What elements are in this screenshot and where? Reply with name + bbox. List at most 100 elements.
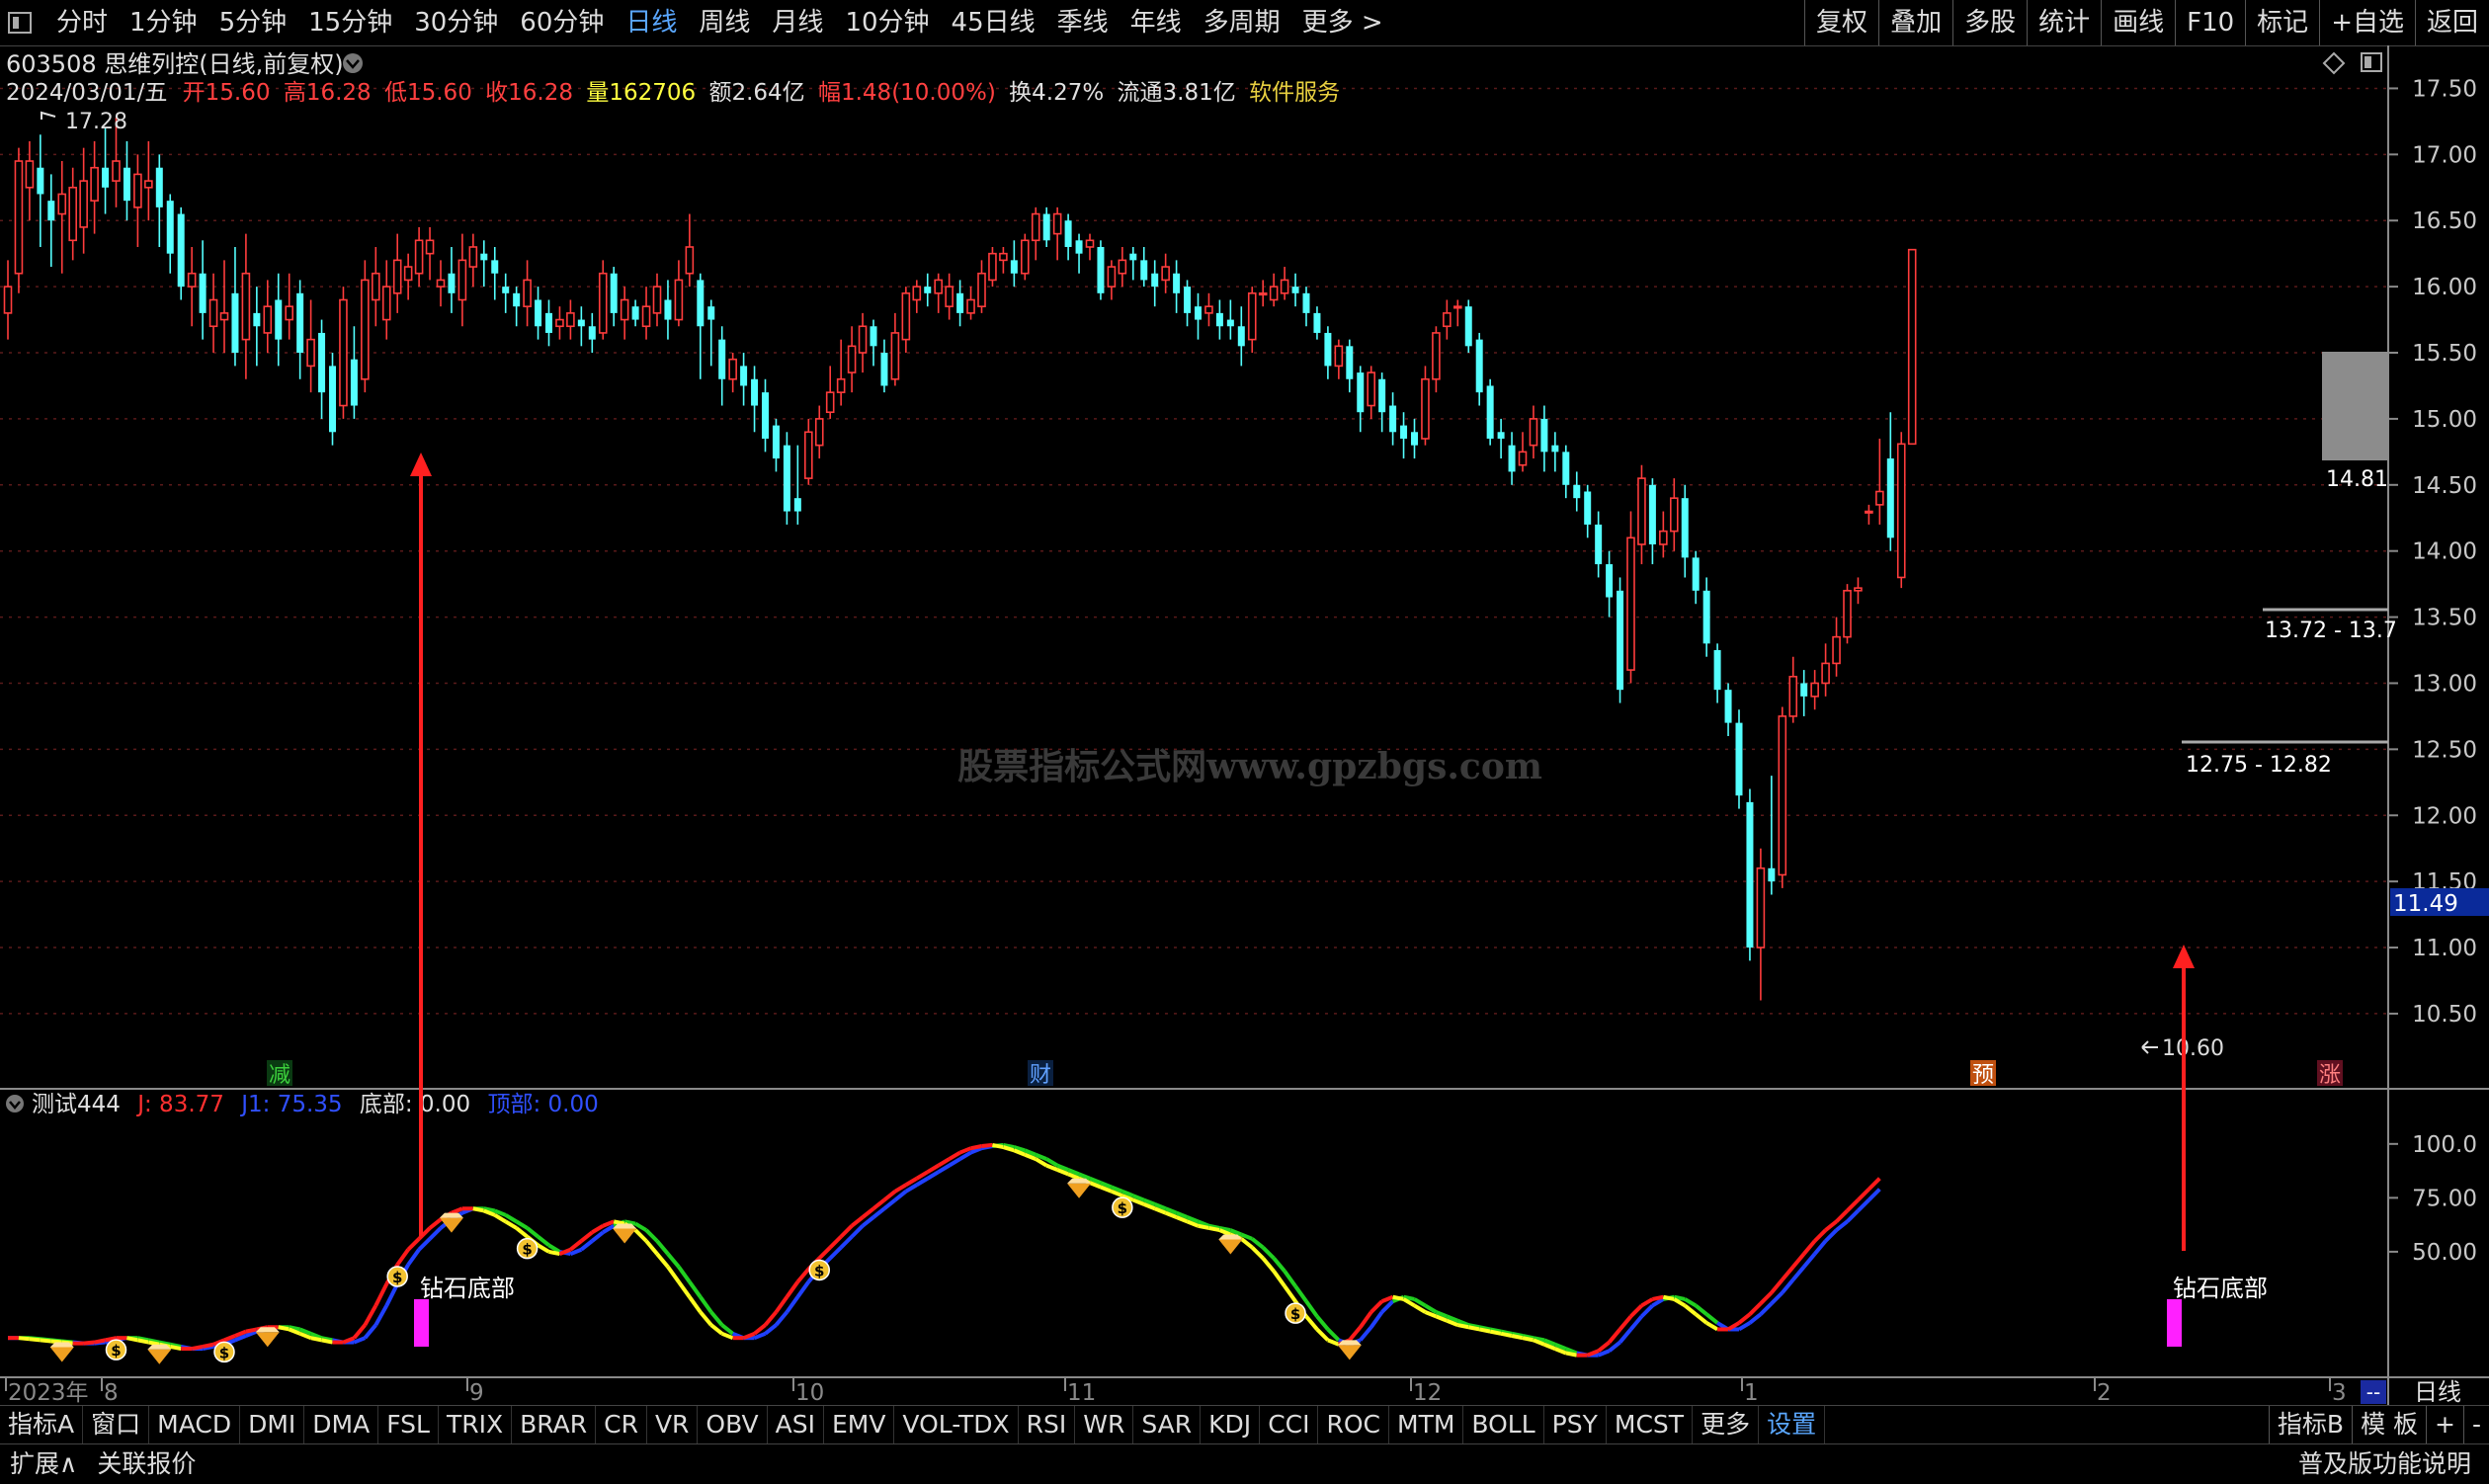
j1-line-segment xyxy=(1283,1270,1297,1287)
event-tag-finance[interactable]: 财 xyxy=(1028,1060,1053,1088)
toolbar-button-1[interactable]: 叠加 xyxy=(1878,0,1952,45)
toolbar-button-0[interactable]: 复权 xyxy=(1804,0,1878,45)
j1-line-segment xyxy=(785,1295,799,1314)
period-tab-0[interactable]: 分时 xyxy=(45,0,119,45)
indicator-tab-trix-6[interactable]: TRIX xyxy=(439,1406,513,1443)
period-tab-12[interactable]: 年线 xyxy=(1120,0,1193,45)
indicator-tab-fsl-5[interactable]: FSL xyxy=(378,1406,439,1443)
indicator-right-button-1[interactable]: 模 板 xyxy=(2352,1406,2426,1443)
window-menu-icon[interactable] xyxy=(8,12,32,34)
candle xyxy=(945,273,954,320)
stock-title: 603508 思维列控(日线,前复权) xyxy=(6,50,344,78)
period-tab-14[interactable]: 更多 > xyxy=(1291,0,1394,45)
candle xyxy=(1508,432,1516,485)
edition-info-link[interactable]: 普及版功能说明 xyxy=(2288,1444,2481,1484)
candle xyxy=(1389,392,1397,446)
candle-body xyxy=(1886,458,1894,538)
kline-chart[interactable]: 17.50 17.00 16.50 16.00 15.50 15.00 14.50 14.00… xyxy=(0,45,2489,1405)
indicator-tab-obv-10[interactable]: OBV xyxy=(698,1406,768,1443)
j1-line-segment xyxy=(655,1239,670,1256)
candle-body xyxy=(523,279,532,307)
toolbar-button-2[interactable]: 多股 xyxy=(1952,0,2027,45)
period-tab-9[interactable]: 10分钟 xyxy=(834,0,940,45)
j1-line-segment xyxy=(850,1224,865,1239)
period-tab-5[interactable]: 60分钟 xyxy=(509,0,615,45)
candle xyxy=(1778,706,1787,888)
candle xyxy=(1497,418,1505,459)
indicator-tab-vr-9[interactable]: VR xyxy=(647,1406,699,1443)
period-tab-7[interactable]: 周线 xyxy=(688,0,761,45)
indicator-tab-kdj-17[interactable]: KDJ xyxy=(1201,1406,1261,1443)
j-line-segment xyxy=(1369,1299,1384,1314)
event-tag-reduce[interactable]: 减 xyxy=(267,1060,292,1088)
period-tab-6[interactable]: 日线 xyxy=(615,0,688,45)
expand-button[interactable]: 扩展∧ xyxy=(0,1444,87,1484)
candle-body xyxy=(772,425,780,459)
toolbar-button-8[interactable]: 返回 xyxy=(2414,0,2489,45)
dropdown-icon[interactable] xyxy=(343,53,363,73)
candle xyxy=(1573,471,1581,512)
indicator-right-button-0[interactable]: 指标B xyxy=(2268,1406,2352,1443)
period-tab-11[interactable]: 季线 xyxy=(1046,0,1120,45)
j1-line-segment xyxy=(1618,1328,1633,1344)
toolbar-button-6[interactable]: 标记 xyxy=(2245,0,2319,45)
j-line-segment xyxy=(861,1206,875,1219)
candle xyxy=(751,366,759,433)
indicator-tab-macd-2[interactable]: MACD xyxy=(149,1406,241,1443)
toolbar-button-4[interactable]: 画线 xyxy=(2101,0,2175,45)
indicator-tab-dmi-3[interactable]: DMI xyxy=(240,1406,305,1443)
indicator-tab-cci-18[interactable]: CCI xyxy=(1260,1406,1319,1443)
money-bag-symbol: $ xyxy=(392,1269,402,1286)
event-tag-forecast[interactable]: 预 xyxy=(1970,1060,1996,1088)
candle-body xyxy=(381,286,391,321)
candle xyxy=(836,339,846,406)
period-tab-3[interactable]: 15分钟 xyxy=(297,0,403,45)
indicator-tab-dma-4[interactable]: DMA xyxy=(304,1406,379,1443)
j-line-segment xyxy=(1456,1323,1469,1330)
price-tick-label: 16.00 xyxy=(2412,275,2477,300)
candle-body xyxy=(1075,240,1083,254)
indicator-tab-emv-12[interactable]: EMV xyxy=(824,1406,895,1443)
change-value: 幅1.48(10.00%) xyxy=(818,80,996,106)
indicator-tab-boll-21[interactable]: BOLL xyxy=(1463,1406,1544,1443)
indicator-tab-item-25[interactable]: 设置 xyxy=(1759,1406,1826,1443)
indicator-tab-wr-15[interactable]: WR xyxy=(1075,1406,1134,1443)
event-tag-rise[interactable]: 涨 xyxy=(2317,1060,2343,1088)
indicator-tab-psy-22[interactable]: PSY xyxy=(1544,1406,1607,1443)
candle-body xyxy=(480,253,488,261)
indicator-tab-vol-tdx-13[interactable]: VOL-TDX xyxy=(894,1406,1019,1443)
indicator-tab-mcst-23[interactable]: MCST xyxy=(1607,1406,1694,1443)
related-quote-button[interactable]: 关联报价 xyxy=(87,1444,206,1484)
indicator-tab-brar-7[interactable]: BRAR xyxy=(512,1406,597,1443)
diamond-icon[interactable] xyxy=(2322,51,2346,75)
toolbar-button-5[interactable]: F10 xyxy=(2175,0,2245,45)
money-bag-icon: $ xyxy=(386,1266,408,1287)
period-tab-13[interactable]: 多周期 xyxy=(1193,0,1291,45)
vol-value: 162706 xyxy=(609,80,696,106)
indicator-tab-asi-11[interactable]: ASI xyxy=(768,1406,824,1443)
period-tab-10[interactable]: 45日线 xyxy=(941,0,1046,45)
indicator-menu-icon[interactable] xyxy=(6,1095,24,1113)
candle xyxy=(620,287,629,340)
time-tick-label: 11 xyxy=(1067,1380,1096,1405)
indicator-tab-roc-19[interactable]: ROC xyxy=(1318,1406,1389,1443)
indicator-tab-cr-8[interactable]: CR xyxy=(596,1406,647,1443)
candle-body xyxy=(1606,564,1614,598)
candle-body xyxy=(361,279,370,380)
indicator-tab-rsi-14[interactable]: RSI xyxy=(1019,1406,1076,1443)
toolbar-button-7[interactable]: +自选 xyxy=(2319,0,2415,45)
period-tab-2[interactable]: 5分钟 xyxy=(208,0,298,45)
period-tab-4[interactable]: 30分钟 xyxy=(403,0,509,45)
toolbar-button-3[interactable]: 统计 xyxy=(2027,0,2101,45)
indicator-right-button-2[interactable]: + xyxy=(2426,1406,2463,1443)
indicator-tab-item-1[interactable]: 窗口 xyxy=(83,1406,150,1443)
indicator-tab-a-0[interactable]: 指标A xyxy=(0,1406,84,1443)
indicator-right-button-3[interactable]: - xyxy=(2462,1406,2489,1443)
indicator-tab-mtm-20[interactable]: MTM xyxy=(1389,1406,1464,1443)
indicator-tab-sar-16[interactable]: SAR xyxy=(1133,1406,1202,1443)
candle-body xyxy=(25,160,35,189)
candle xyxy=(329,353,336,446)
period-tab-1[interactable]: 1分钟 xyxy=(119,0,208,45)
period-tab-8[interactable]: 月线 xyxy=(761,0,834,45)
indicator-tab-item-24[interactable]: 更多 xyxy=(1693,1406,1760,1443)
